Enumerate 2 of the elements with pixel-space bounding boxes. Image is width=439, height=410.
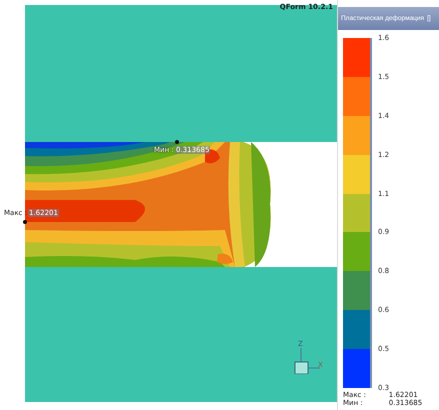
max-point-marker	[23, 220, 27, 224]
min-point-marker	[175, 140, 179, 144]
